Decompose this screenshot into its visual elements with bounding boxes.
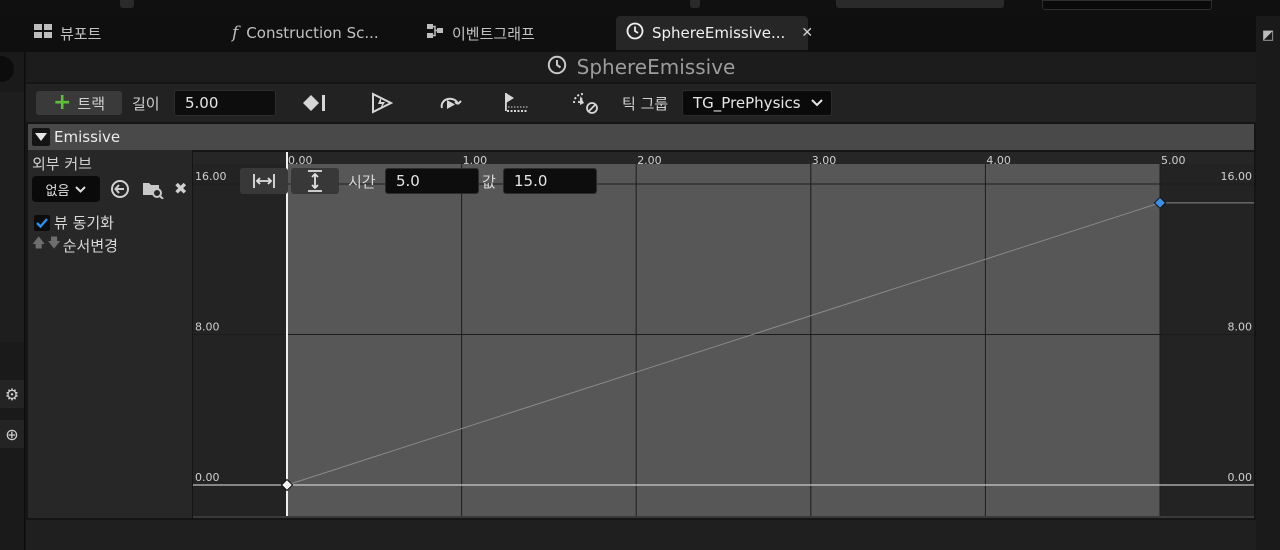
track-controls: 외부 커브 없음 ✖ 뷰 동기화 🡅 🡇 순서변경 (28, 150, 192, 518)
sync-view-row[interactable]: 뷰 동기화 (34, 212, 114, 233)
close-icon[interactable]: ✕ (801, 25, 813, 41)
tab-label: Construction Sc... (246, 24, 379, 42)
fit-vertical-icon (308, 170, 322, 192)
loop-icon[interactable] (436, 91, 464, 115)
reorder-row[interactable]: 🡅 🡇 순서변경 (32, 234, 118, 256)
arrow-up-icon[interactable]: 🡅 (32, 234, 45, 256)
tab-construction-script[interactable]: f Construction Sc... (232, 16, 379, 50)
y-tick-label-right: 0.00 (1228, 471, 1253, 484)
time-label: 시간 (348, 173, 376, 191)
y-tick-label-left: 16.00 (195, 170, 227, 183)
left-panel-handle[interactable] (0, 56, 14, 82)
fit-horizontal-button[interactable] (240, 168, 288, 194)
timeline-toolbar: + 트랙 길이 5.00 틱 그룹 TG_PrePhysics (26, 84, 1256, 122)
browse-folder-icon[interactable] (142, 179, 164, 200)
sync-view-checkbox[interactable] (34, 214, 50, 231)
tab-viewport[interactable]: 뷰포트 (34, 16, 101, 50)
time-input[interactable]: 5.0 (385, 168, 479, 194)
x-tick-label: 1.00 (463, 154, 488, 167)
x-tick-label: 5.00 (1161, 154, 1186, 167)
fit-horizontal-icon (253, 174, 275, 188)
y-tick-label-left: 0.00 (195, 471, 220, 484)
arrow-down-icon[interactable]: 🡇 (47, 234, 60, 256)
x-tick-label: 4.00 (986, 154, 1011, 167)
curve-graph[interactable]: 0.00 1.00 2.00 3.00 4.00 5.00 16.00 8.00 0.00 16… (193, 152, 1254, 518)
y-tick-label-left: 8.00 (195, 321, 220, 334)
strip-element (690, 0, 700, 8)
ignore-time-dilation-icon[interactable] (570, 91, 600, 115)
y-tick-label-right: 8.00 (1228, 321, 1253, 334)
tab-label: SphereEmissive... (652, 24, 786, 42)
chevron-down-icon (811, 96, 823, 110)
clear-icon[interactable]: ✖ (174, 179, 190, 198)
nodes-icon (426, 23, 444, 43)
x-tick-label: 2.00 (637, 154, 662, 167)
tick-group-value: TG_PrePhysics (693, 94, 801, 112)
value-label: 값 (482, 173, 496, 191)
tick-group-label: 틱 그룹 (622, 95, 669, 113)
value-input[interactable]: 15.0 (503, 168, 597, 194)
add-track-button[interactable]: + 트랙 (36, 91, 122, 115)
use-selected-asset-icon[interactable] (110, 179, 130, 199)
add-track-label: 트랙 (77, 94, 106, 113)
reorder-label: 순서변경 (62, 236, 118, 255)
right-panel-edge: ◩ (1256, 16, 1280, 550)
track-header[interactable]: Emissive (28, 124, 1254, 150)
tab-sphere-emissive[interactable]: SphereEmissive... ✕ (616, 16, 813, 50)
x-tick-label: 3.00 (812, 154, 837, 167)
add-key-icon[interactable] (302, 91, 328, 115)
gear-icon[interactable]: ⚙ (0, 380, 24, 408)
add-circle-icon[interactable]: ⊕ (0, 420, 24, 448)
sync-view-label: 뷰 동기화 (54, 214, 114, 232)
bottom-bar (26, 520, 1256, 550)
tab-label: 뷰포트 (60, 24, 102, 43)
timeline-title-bar: SphereEmissive (26, 52, 1256, 82)
tab-event-graph[interactable]: 이벤트그래프 (426, 16, 535, 50)
replicated-icon[interactable] (502, 91, 530, 115)
left-panel-content (0, 92, 24, 342)
x-tick-label: 0.00 (288, 154, 313, 167)
clock-icon (547, 55, 567, 80)
autoplay-icon[interactable] (368, 91, 394, 115)
external-curve-select[interactable]: 없음 (32, 176, 100, 202)
timeline-title: SphereEmissive (576, 55, 736, 79)
collapse-arrow-icon[interactable] (32, 128, 50, 146)
grid-icon (34, 24, 52, 42)
left-panel-edge: ⚙ ⊕ (0, 52, 25, 550)
external-curve-label: 외부 커브 (32, 155, 92, 173)
external-curve-value: 없음 (45, 183, 70, 199)
time-ruler (193, 152, 1254, 164)
clock-icon (626, 22, 644, 44)
chevron-down-icon (75, 185, 87, 193)
collapse-icon[interactable]: ◩ (1262, 28, 1278, 44)
strip-element (836, 0, 1004, 8)
strip-field (1042, 0, 1212, 10)
function-icon: f (232, 23, 239, 43)
graph-bottom-edge (193, 516, 1254, 518)
strip-element (120, 0, 134, 8)
plus-icon: + (52, 90, 72, 115)
curve-graph-canvas[interactable]: 0.00 1.00 2.00 3.00 4.00 5.00 16.00 8.00 0.00 16… (193, 152, 1254, 518)
track-name: Emissive (54, 128, 121, 146)
tick-group-select[interactable]: TG_PrePhysics (682, 90, 832, 116)
tab-bar: 뷰포트 f Construction Sc... 이벤트그래프 SphereEm… (0, 16, 1280, 52)
tab-label: 이벤트그래프 (452, 24, 535, 43)
fit-vertical-button[interactable] (291, 168, 339, 194)
y-tick-label-right: 16.00 (1221, 170, 1253, 183)
top-strip (0, 0, 1280, 16)
length-input[interactable]: 5.00 (174, 90, 276, 116)
length-label: 길이 (132, 95, 160, 113)
